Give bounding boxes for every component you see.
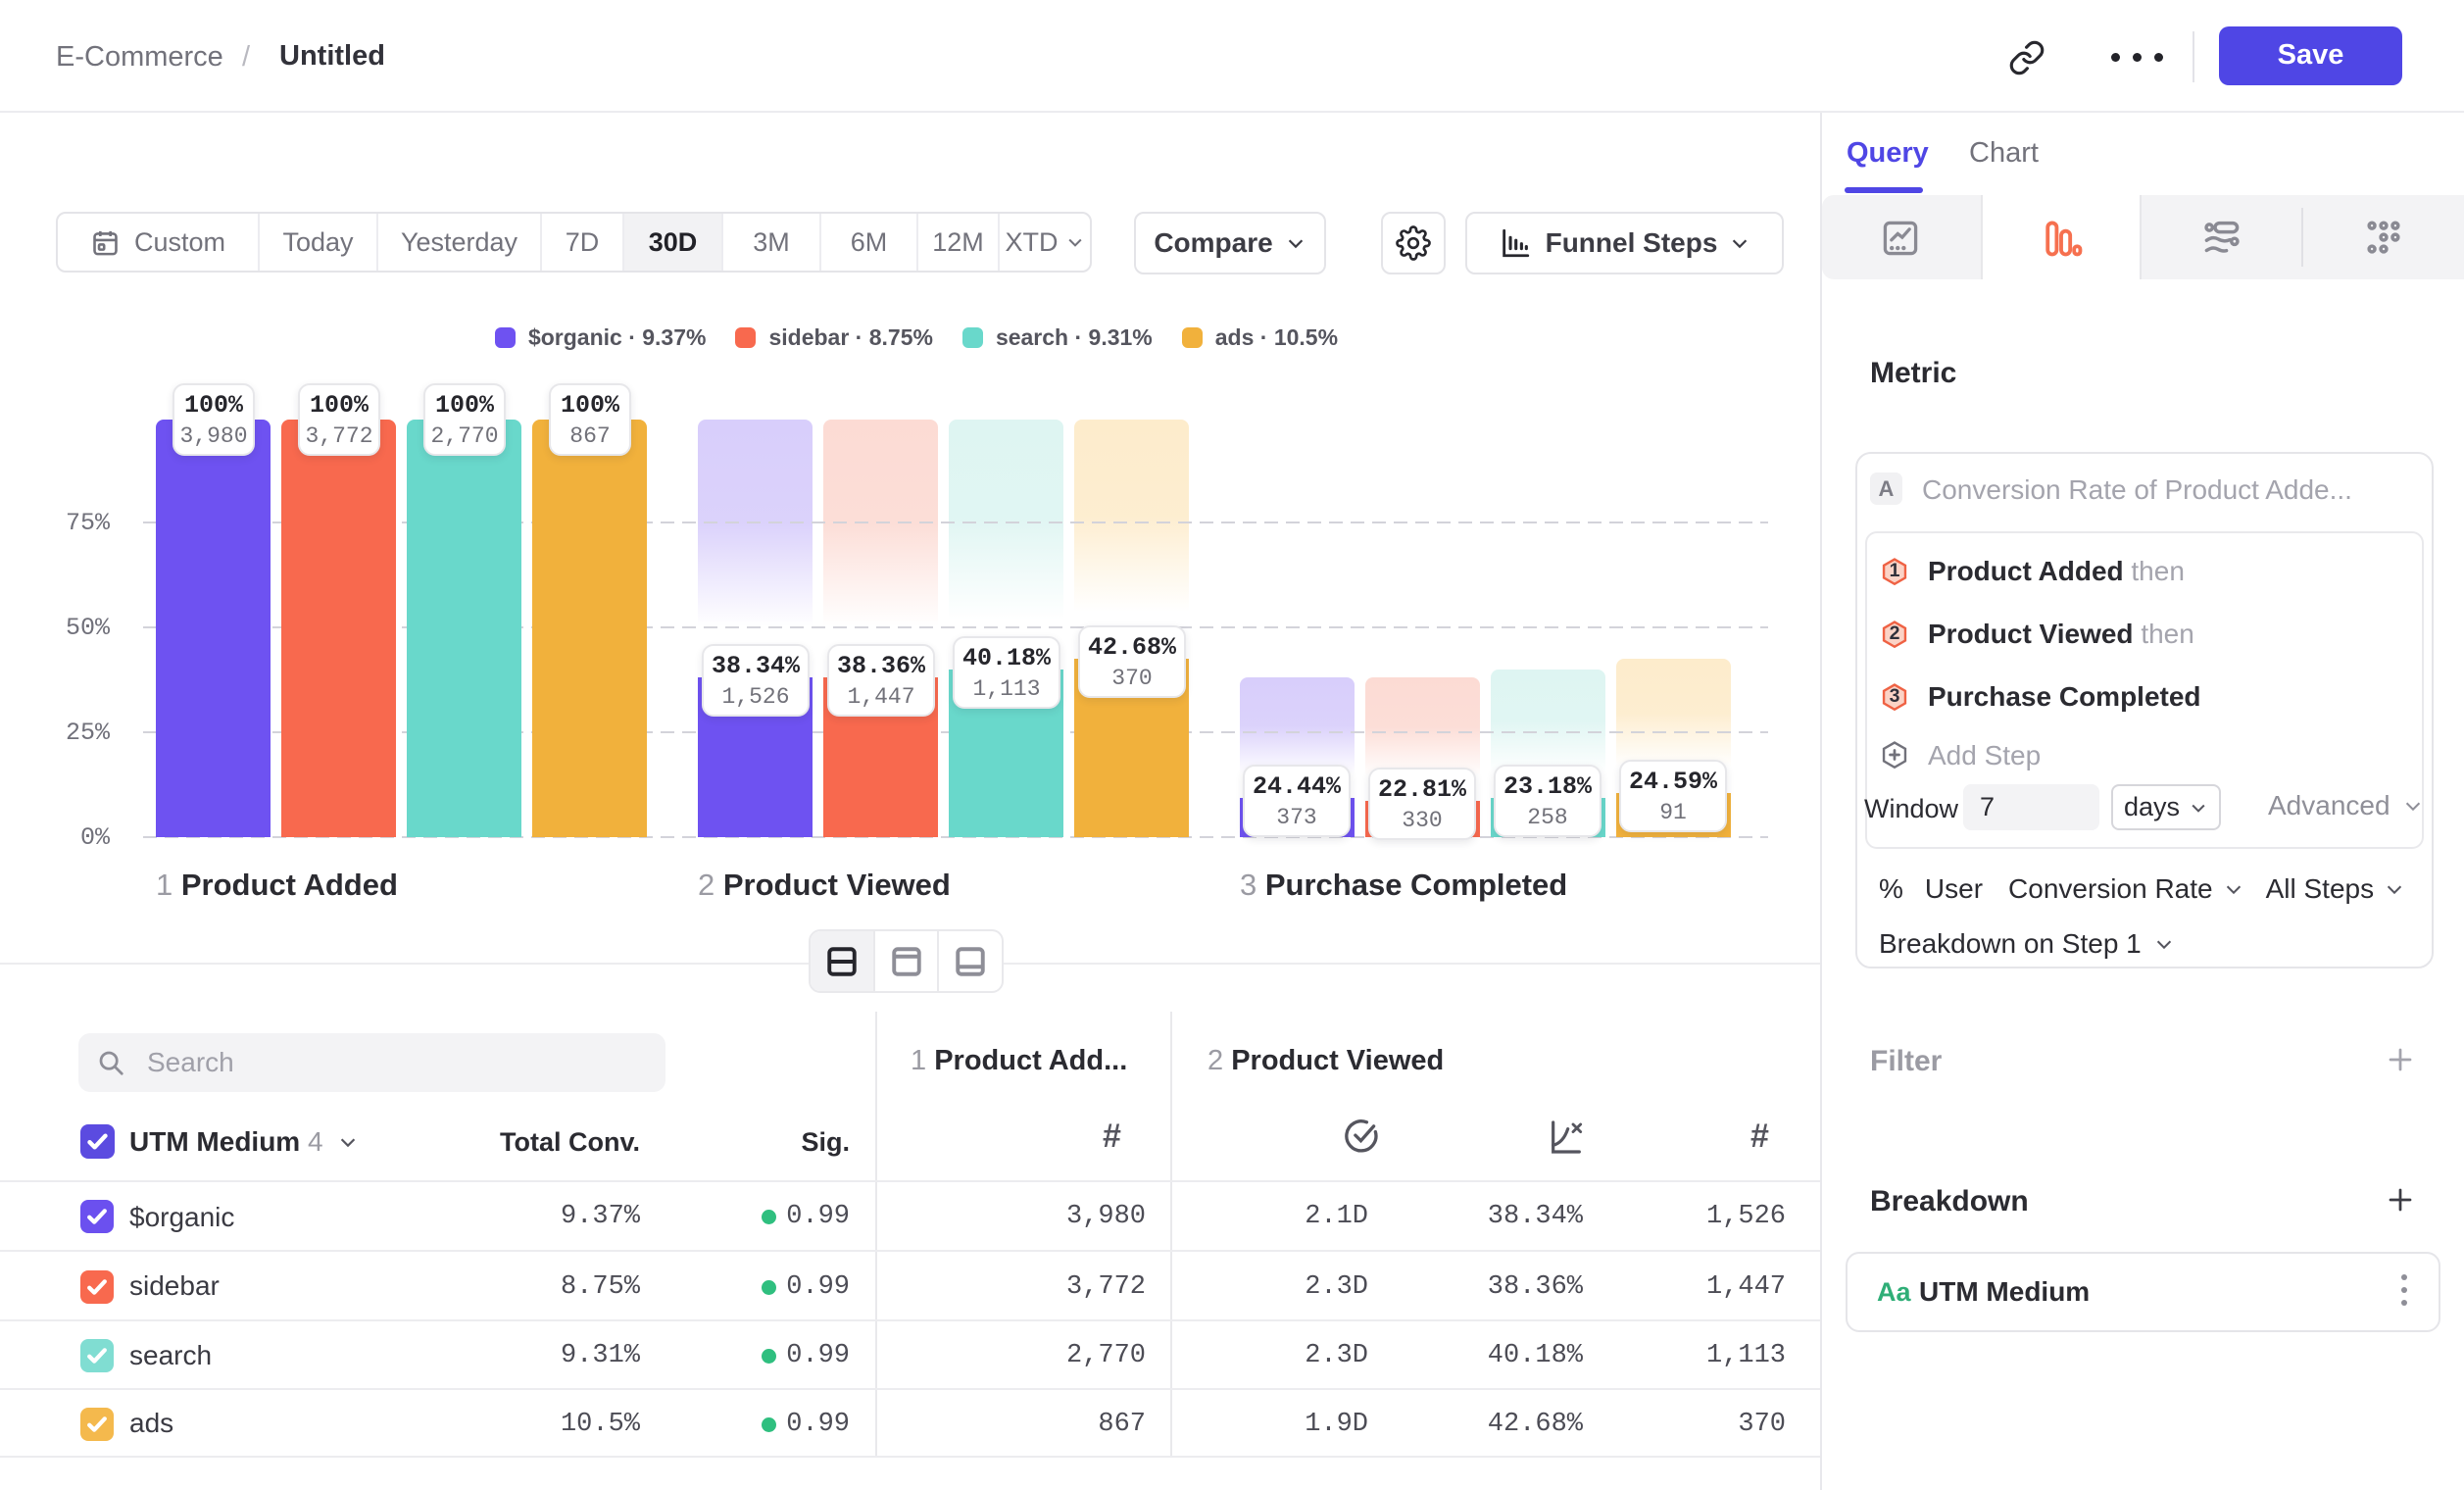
svg-text:3: 3 bbox=[1890, 685, 1900, 707]
svg-text:2: 2 bbox=[1890, 622, 1900, 644]
svg-text:1: 1 bbox=[1890, 560, 1900, 581]
